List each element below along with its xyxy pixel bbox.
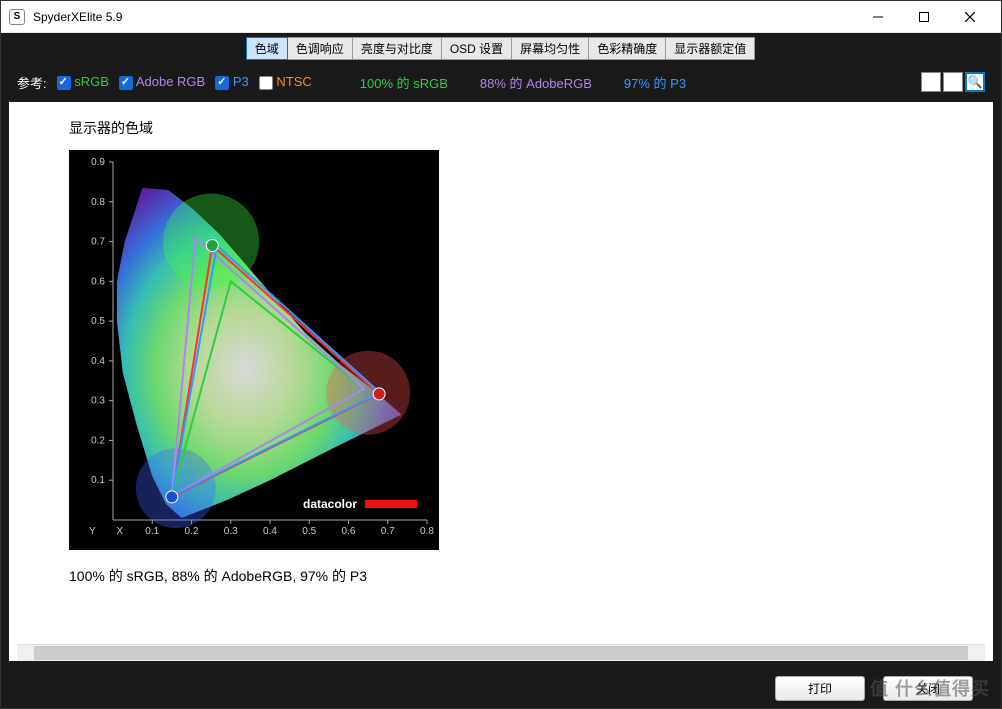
- reference-label: 参考:: [17, 73, 47, 92]
- zoom-fit-button[interactable]: 🔍: [965, 72, 985, 92]
- svg-text:0.2: 0.2: [91, 435, 105, 446]
- ref-checkbox-adobe[interactable]: [119, 76, 133, 90]
- tab-3[interactable]: OSD 设置: [441, 37, 512, 60]
- ref-label-p3: P3: [233, 74, 249, 89]
- svg-text:0.6: 0.6: [91, 276, 105, 287]
- svg-text:0.1: 0.1: [91, 475, 105, 486]
- tab-4[interactable]: 屏幕均匀性: [511, 37, 589, 60]
- ref-checkbox-p3[interactable]: [215, 76, 229, 90]
- gamut-heading: 显示器的色域: [69, 118, 933, 138]
- zoom-fit-icon: 🔍: [968, 75, 983, 89]
- ref-label-ntsc: NTSC: [276, 74, 311, 89]
- minimize-icon: [873, 12, 883, 22]
- app-icon: S: [9, 9, 25, 25]
- zoom-out-icon: ⊖: [948, 75, 958, 89]
- reference-bar: 参考: sRGB Adobe RGB P3 NTSC 100% 的 sRGB 8…: [9, 68, 993, 96]
- ref-checkbox-ntsc[interactable]: [259, 76, 273, 90]
- svg-text:0.8: 0.8: [420, 526, 434, 537]
- tab-6[interactable]: 显示器额定值: [665, 37, 755, 60]
- svg-text:0.1: 0.1: [145, 526, 159, 537]
- zoom-in-icon: ⊕: [926, 75, 936, 89]
- svg-text:datacolor: datacolor: [303, 497, 357, 511]
- tab-2[interactable]: 亮度与对比度: [352, 37, 442, 60]
- footer-bar: 打印 关闭 值 什么值得买: [1, 668, 1001, 708]
- print-button[interactable]: 打印: [775, 676, 865, 701]
- stat-p3: 97% 的 P3: [624, 73, 686, 92]
- svg-text:0.4: 0.4: [263, 526, 277, 537]
- window-titlebar: S SpyderXElite 5.9: [1, 1, 1001, 33]
- stat-srgb: 100% 的 sRGB: [360, 73, 448, 92]
- tab-group: 色域色调响应亮度与对比度OSD 设置屏幕均匀性色彩精确度显示器额定值: [9, 37, 993, 60]
- stat-adobe: 88% 的 AdobeRGB: [480, 73, 592, 92]
- svg-text:0.7: 0.7: [91, 237, 105, 248]
- svg-text:0.4: 0.4: [91, 356, 105, 367]
- svg-text:0.7: 0.7: [381, 526, 395, 537]
- ref-label-adobe: Adobe RGB: [136, 74, 205, 89]
- zoom-controls: ⊕ ⊖ 🔍: [921, 72, 985, 92]
- gamut-chart-svg: 0.1 0.2 0.3 0.4 0.5 0.6 0.7 0.8 0.9 0.1 0.2 0.3 0.4 0…: [69, 150, 439, 550]
- tab-0[interactable]: 色域: [246, 37, 288, 60]
- zoom-in-button[interactable]: ⊕: [921, 72, 941, 92]
- window-close-button[interactable]: [947, 2, 993, 32]
- window-minimize-button[interactable]: [855, 2, 901, 32]
- svg-text:Y: Y: [89, 526, 96, 537]
- horizontal-scrollbar[interactable]: [17, 644, 985, 661]
- window-title: SpyderXElite 5.9: [33, 10, 855, 24]
- tab-1[interactable]: 色调响应: [287, 37, 353, 60]
- svg-text:X: X: [116, 526, 123, 537]
- close-button[interactable]: 关闭: [883, 676, 973, 701]
- gamut-summary: 100% 的 sRGB, 88% 的 AdobeRGB, 97% 的 P3: [69, 566, 933, 586]
- svg-text:0.8: 0.8: [91, 197, 105, 208]
- zoom-out-button[interactable]: ⊖: [943, 72, 963, 92]
- close-icon: [965, 12, 975, 22]
- svg-text:0.3: 0.3: [91, 396, 105, 407]
- svg-text:0.9: 0.9: [91, 157, 105, 168]
- content-panel: 显示器的色域 0.1 0.2 0.3 0.4 0.5 0.6 0.7 0.8 0.9 0.1 0.2…: [9, 102, 993, 661]
- svg-text:0.5: 0.5: [302, 526, 316, 537]
- coverage-stats: 100% 的 sRGB 88% 的 AdobeRGB 97% 的 P3: [360, 73, 686, 92]
- ref-checkbox-srgb[interactable]: [57, 76, 71, 90]
- svg-text:0.5: 0.5: [91, 316, 105, 327]
- tab-5[interactable]: 色彩精确度: [588, 37, 666, 60]
- svg-text:0.3: 0.3: [224, 526, 238, 537]
- ref-label-srgb: sRGB: [74, 74, 109, 89]
- gamut-chart: 0.1 0.2 0.3 0.4 0.5 0.6 0.7 0.8 0.9 0.1 0.2 0.3 0.4 0…: [69, 150, 439, 550]
- svg-text:0.6: 0.6: [342, 526, 356, 537]
- window-maximize-button[interactable]: [901, 2, 947, 32]
- maximize-icon: [919, 12, 929, 22]
- svg-text:0.2: 0.2: [185, 526, 199, 537]
